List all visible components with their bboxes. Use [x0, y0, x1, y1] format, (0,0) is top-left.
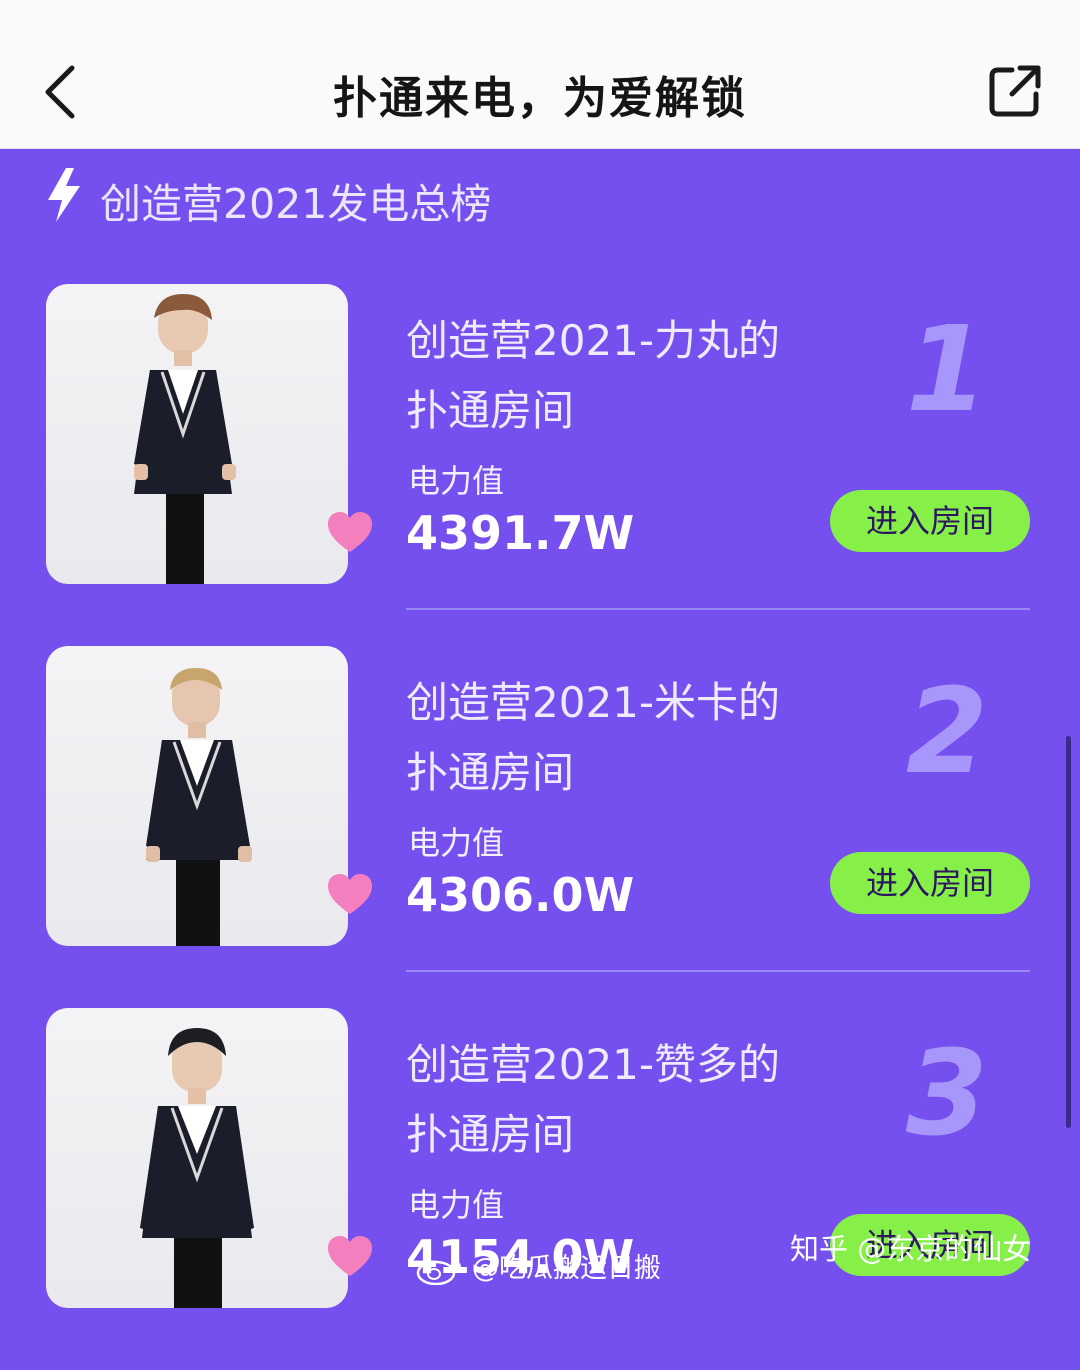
- contestant-photo[interactable]: [46, 1008, 348, 1308]
- power-value: 4306.0W: [406, 868, 635, 922]
- power-value: 4391.7W: [406, 506, 635, 560]
- ranking-card-2: 创造营2021-米卡的 扑通房间 2 电力值 4306.0W 进入房间: [0, 646, 1080, 1008]
- zhihu-watermark: 知乎 @东京的仙女: [790, 1232, 1032, 1266]
- room-name-line2: 扑通房间: [406, 748, 575, 797]
- divider: [406, 608, 1030, 610]
- rank-number: 3: [905, 1024, 988, 1162]
- heart-icon[interactable]: [326, 1234, 374, 1278]
- heart-icon[interactable]: [326, 510, 374, 554]
- enter-room-button[interactable]: 进入房间: [830, 490, 1030, 552]
- enter-room-button[interactable]: 进入房间: [830, 852, 1030, 914]
- room-name: 创造营2021-米卡的 扑通房间: [406, 668, 846, 808]
- page-title: 扑通来电，为爱解锁: [333, 73, 747, 124]
- share-external-icon[interactable]: [986, 62, 1044, 120]
- room-name-line1: 创造营2021-力丸的: [406, 316, 781, 365]
- contestant-photo[interactable]: [46, 646, 348, 946]
- ranking-card-3: 创造营2021-赞多的 扑通房间 3 电力值 4154.0W 进入房间: [0, 1008, 1080, 1370]
- heart-icon[interactable]: [326, 872, 374, 916]
- rank-number: 2: [905, 662, 988, 800]
- room-name: 创造营2021-赞多的 扑通房间: [406, 1030, 846, 1170]
- room-name: 创造营2021-力丸的 扑通房间: [406, 306, 846, 446]
- weibo-watermark-text: @吃瓜搬运日搬: [472, 1253, 661, 1284]
- divider: [406, 970, 1030, 972]
- scrollbar[interactable]: [1066, 736, 1071, 1128]
- room-name-line1: 创造营2021-米卡的: [406, 678, 781, 727]
- room-name-line1: 创造营2021-赞多的: [406, 1040, 781, 1089]
- contestant-photo[interactable]: [46, 284, 348, 584]
- power-label: 电力值: [408, 462, 505, 500]
- weibo-watermark: @吃瓜搬运日搬: [414, 1246, 661, 1285]
- lightning-icon: [48, 168, 80, 222]
- ranking-card-1: 创造营2021-力丸的 扑通房间 1 电力值 4391.7W 进入房间: [0, 284, 1080, 646]
- rank-number: 1: [905, 300, 988, 438]
- top-nav-bar: 扑通来电，为爱解锁: [0, 0, 1080, 149]
- room-name-line2: 扑通房间: [406, 1110, 575, 1159]
- section-title: 创造营2021发电总榜: [100, 180, 492, 228]
- room-name-line2: 扑通房间: [406, 386, 575, 435]
- power-label: 电力值: [408, 824, 505, 862]
- power-label: 电力值: [408, 1186, 505, 1224]
- weibo-logo-icon: [416, 1259, 462, 1285]
